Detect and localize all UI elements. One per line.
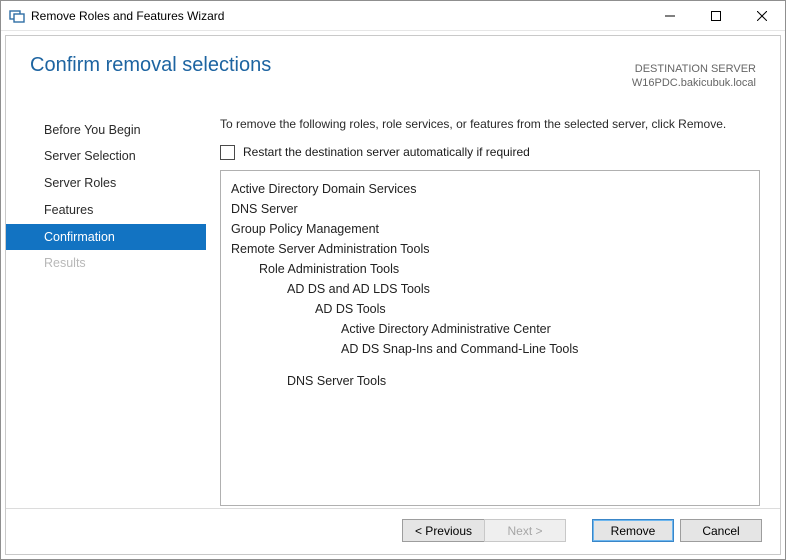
titlebar: Remove Roles and Features Wizard — [1, 1, 785, 31]
list-item: AD DS and AD LDS Tools — [231, 279, 749, 299]
cancel-button[interactable]: Cancel — [680, 519, 762, 542]
main-panel: To remove the following roles, role serv… — [206, 99, 780, 508]
remove-button[interactable]: Remove — [592, 519, 674, 542]
list-item: AD DS Tools — [231, 299, 749, 319]
restart-label[interactable]: Restart the destination server automatic… — [243, 145, 530, 159]
footer: < Previous Next > Remove Cancel — [6, 508, 780, 554]
sidebar: Before You Begin Server Selection Server… — [6, 99, 206, 508]
previous-button[interactable]: < Previous — [402, 519, 484, 542]
app-icon — [9, 8, 25, 24]
close-button[interactable] — [739, 1, 785, 30]
wizard-window: Remove Roles and Features Wizard Confirm… — [0, 0, 786, 560]
list-item: AD DS Snap-Ins and Command-Line Tools — [231, 339, 749, 359]
list-item: Active Directory Domain Services — [231, 179, 749, 199]
list-item: Group Policy Management — [231, 219, 749, 239]
list-item: Active Directory Administrative Center — [231, 319, 749, 339]
wizard-header: Confirm removal selections DESTINATION S… — [6, 36, 780, 99]
wizard-body: Before You Begin Server Selection Server… — [6, 99, 780, 508]
nav-server-roles[interactable]: Server Roles — [6, 170, 206, 197]
wizard-inner: Confirm removal selections DESTINATION S… — [5, 35, 781, 555]
list-item: Role Administration Tools — [231, 259, 749, 279]
list-item: DNS Server — [231, 199, 749, 219]
page-title: Confirm removal selections — [30, 54, 632, 77]
maximize-button[interactable] — [693, 1, 739, 30]
next-button: Next > — [484, 519, 566, 542]
list-item: DNS Server Tools — [231, 371, 749, 391]
window-title: Remove Roles and Features Wizard — [31, 9, 647, 23]
destination-server: W16PDC.bakicubuk.local — [632, 76, 756, 90]
list-item: Remote Server Administration Tools — [231, 239, 749, 259]
prev-next-group: < Previous Next > — [402, 519, 566, 542]
destination-info: DESTINATION SERVER W16PDC.bakicubuk.loca… — [632, 54, 756, 91]
removal-list[interactable]: Active Directory Domain Services DNS Ser… — [220, 170, 760, 506]
nav-features[interactable]: Features — [6, 197, 206, 224]
destination-label: DESTINATION SERVER — [632, 62, 756, 76]
restart-checkbox[interactable] — [220, 145, 235, 160]
window-controls — [647, 1, 785, 30]
instruction-text: To remove the following roles, role serv… — [220, 117, 760, 131]
nav-server-selection[interactable]: Server Selection — [6, 143, 206, 170]
minimize-button[interactable] — [647, 1, 693, 30]
nav-confirmation[interactable]: Confirmation — [6, 224, 206, 251]
nav-before-you-begin[interactable]: Before You Begin — [6, 117, 206, 144]
nav-results: Results — [6, 250, 206, 277]
restart-row: Restart the destination server automatic… — [220, 145, 760, 160]
